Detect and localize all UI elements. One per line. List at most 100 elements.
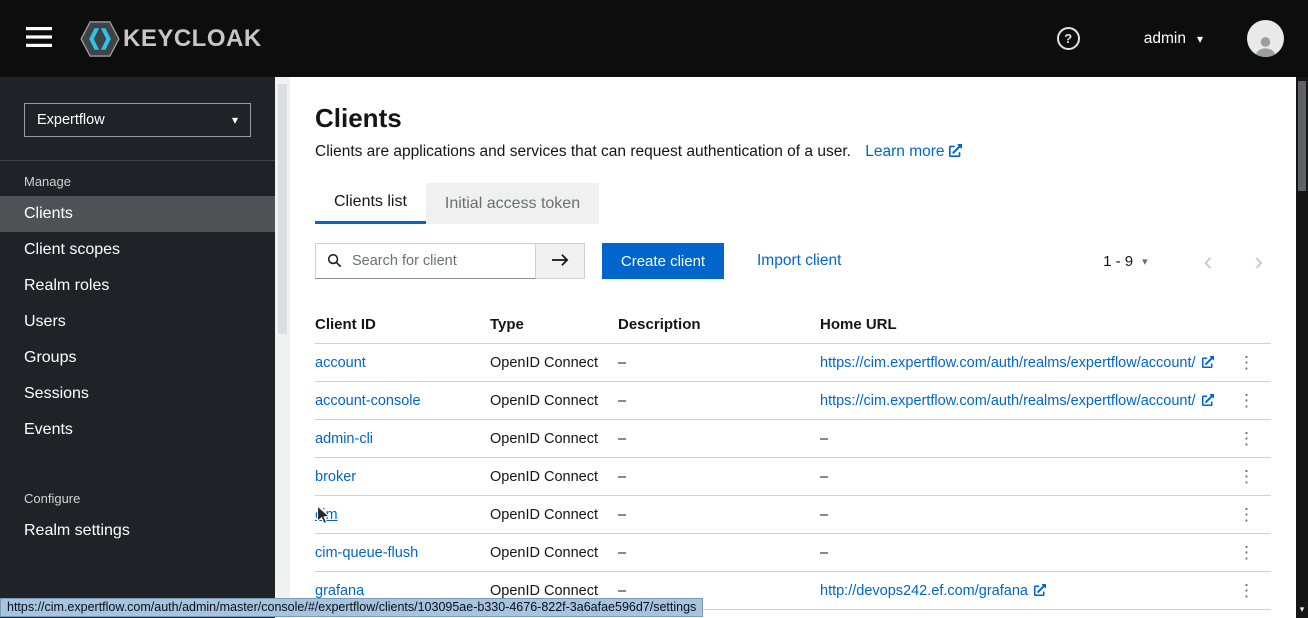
search-group xyxy=(315,243,585,279)
main-content: Clients Clients are applications and ser… xyxy=(290,77,1296,618)
external-link-icon xyxy=(1201,355,1214,371)
nav-section: Manage Clients Client scopes Realm roles… xyxy=(0,161,275,448)
import-client-link[interactable]: Import client xyxy=(757,252,841,270)
client-description: – xyxy=(618,495,820,534)
column-header-actions xyxy=(1229,306,1271,344)
client-type: OpenID Connect xyxy=(490,381,618,420)
search-input[interactable] xyxy=(315,243,536,279)
client-id-link[interactable]: admin-cli xyxy=(315,431,373,447)
tabs: Clients list Initial access token xyxy=(315,183,1271,224)
realm-selector[interactable]: Expertflow ▾ xyxy=(24,103,251,137)
sidebar-item-client-scopes[interactable]: Client scopes xyxy=(0,232,275,268)
pagination-prev-button[interactable]: ‹ xyxy=(1204,248,1213,274)
client-id-link[interactable]: grafana xyxy=(315,583,364,599)
pagination-range-dropdown[interactable]: 1 - 9 ▾ xyxy=(1097,252,1154,271)
sidebar-item-clients[interactable]: Clients xyxy=(0,196,275,232)
kebab-menu-button[interactable]: ⋮ xyxy=(1230,503,1263,527)
client-id-link[interactable]: account-console xyxy=(315,393,421,409)
content-scrollbar-track[interactable] xyxy=(275,77,290,618)
nav-section-list: Clients Client scopes Realm roles Users … xyxy=(0,196,275,448)
content-scrollbar-thumb[interactable] xyxy=(278,84,287,334)
user-menu-dropdown[interactable]: admin ▾ xyxy=(1138,29,1209,49)
chevron-down-icon: ▾ xyxy=(231,113,238,127)
column-header-description: Description xyxy=(618,306,820,344)
client-type: OpenID Connect xyxy=(490,419,618,458)
column-header-type: Type xyxy=(490,306,618,344)
external-link-icon xyxy=(1033,583,1047,599)
nav-item: Users xyxy=(0,304,275,340)
home-url-link[interactable]: https://cim.expertflow.com/auth/realms/e… xyxy=(820,393,1196,409)
home-url-empty: – xyxy=(820,468,829,485)
table-row: cim-queue-flush OpenID Connect – – ⋮ xyxy=(315,533,1271,572)
arrow-right-icon xyxy=(551,253,568,266)
nav-item: Realm roles xyxy=(0,268,275,304)
tab-clients-list[interactable]: Clients list xyxy=(315,183,426,224)
masthead: KEYCLOAK ? admin ▾ xyxy=(0,0,1308,77)
sidebar-item-realm-settings[interactable]: Realm settings xyxy=(0,513,275,549)
clients-table: Client ID Type Description Home URL account… xyxy=(315,306,1271,610)
avatar[interactable] xyxy=(1247,20,1284,57)
table-row: cim OpenID Connect – – ⋮ xyxy=(315,495,1271,534)
kebab-menu-button[interactable]: ⋮ xyxy=(1230,389,1263,413)
learn-more-link[interactable]: Learn more xyxy=(865,143,962,160)
pagination: 1 - 9 ▾ ‹ › xyxy=(1097,248,1271,274)
username: admin xyxy=(1143,29,1186,47)
nav-section: Configure Realm settings xyxy=(0,478,275,549)
kebab-menu-button[interactable]: ⋮ xyxy=(1230,579,1263,603)
client-id-link[interactable]: cim xyxy=(315,507,338,523)
home-url-link[interactable]: https://cim.expertflow.com/auth/realms/e… xyxy=(820,355,1196,371)
table-row: account OpenID Connect – https://cim.exp… xyxy=(315,343,1271,382)
client-type: OpenID Connect xyxy=(490,533,618,572)
nav-section-label: Manage xyxy=(24,174,71,189)
home-url-empty: – xyxy=(820,430,829,447)
sidebar-item-users[interactable]: Users xyxy=(0,304,275,340)
page-title: Clients xyxy=(315,103,402,133)
browser-statusbar: https://cim.expertflow.com/auth/admin/ma… xyxy=(0,598,704,617)
sidebar-item-realm-roles[interactable]: Realm roles xyxy=(0,268,275,304)
chevron-down-icon: ▾ xyxy=(1196,31,1203,46)
table-row: account-console OpenID Connect – https:/… xyxy=(315,381,1271,420)
sidebar-item-sessions[interactable]: Sessions xyxy=(0,376,275,412)
nav-item: Clients xyxy=(0,196,275,232)
masthead-right: ? admin ▾ xyxy=(1056,20,1284,57)
sidebar-item-groups[interactable]: Groups xyxy=(0,340,275,376)
column-header-home-url: Home URL xyxy=(820,306,1229,344)
sidebar-nav: Manage Clients Client scopes Realm roles… xyxy=(0,161,275,549)
statusbar-url: https://cim.expertflow.com/auth/admin/ma… xyxy=(0,598,704,617)
client-type: OpenID Connect xyxy=(490,457,618,496)
kebab-menu-button[interactable]: ⋮ xyxy=(1230,541,1263,565)
create-client-button[interactable]: Create client xyxy=(602,243,724,279)
keycloak-logo-text: KEYCLOAK xyxy=(123,24,262,52)
nav-item: Client scopes xyxy=(0,232,275,268)
home-url-link[interactable]: http://devops242.ef.com/grafana xyxy=(820,583,1028,599)
realm-selector-wrap: Expertflow ▾ xyxy=(0,77,275,161)
client-description: – xyxy=(618,381,820,420)
client-description: – xyxy=(618,457,820,496)
tab-initial-access-token[interactable]: Initial access token xyxy=(425,183,600,224)
realm-name: Expertflow xyxy=(37,112,105,128)
home-url-empty: – xyxy=(820,544,829,561)
sidebar: Expertflow ▾ Manage Clients Client scope… xyxy=(0,77,275,618)
nav-section-label: Configure xyxy=(24,491,81,506)
search-submit-button[interactable] xyxy=(536,243,585,279)
client-id-link[interactable]: broker xyxy=(315,469,356,485)
keycloak-logo-icon xyxy=(80,20,120,57)
client-description: – xyxy=(618,419,820,458)
client-id-link[interactable]: account xyxy=(315,355,366,371)
kebab-menu-button[interactable]: ⋮ xyxy=(1230,465,1263,489)
help-icon[interactable]: ? xyxy=(1056,27,1080,50)
learn-more-label: Learn more xyxy=(865,143,945,160)
hamburger-menu-button[interactable] xyxy=(26,27,52,50)
client-id-link[interactable]: cim-queue-flush xyxy=(315,545,418,561)
user-avatar-icon xyxy=(1255,37,1276,57)
page-scrollbar-track[interactable]: ▾ xyxy=(1296,77,1308,618)
nav-section-list: Realm settings xyxy=(0,513,275,549)
scrollbar-down-arrow-icon[interactable]: ▾ xyxy=(1296,604,1308,615)
nav-item: Realm settings xyxy=(0,513,275,549)
kebab-menu-button[interactable]: ⋮ xyxy=(1230,427,1263,451)
sidebar-item-events[interactable]: Events xyxy=(0,412,275,448)
page-scrollbar-thumb[interactable] xyxy=(1298,81,1306,191)
kebab-menu-button[interactable]: ⋮ xyxy=(1230,351,1263,375)
pagination-next-button[interactable]: › xyxy=(1254,248,1263,274)
client-type: OpenID Connect xyxy=(490,495,618,534)
